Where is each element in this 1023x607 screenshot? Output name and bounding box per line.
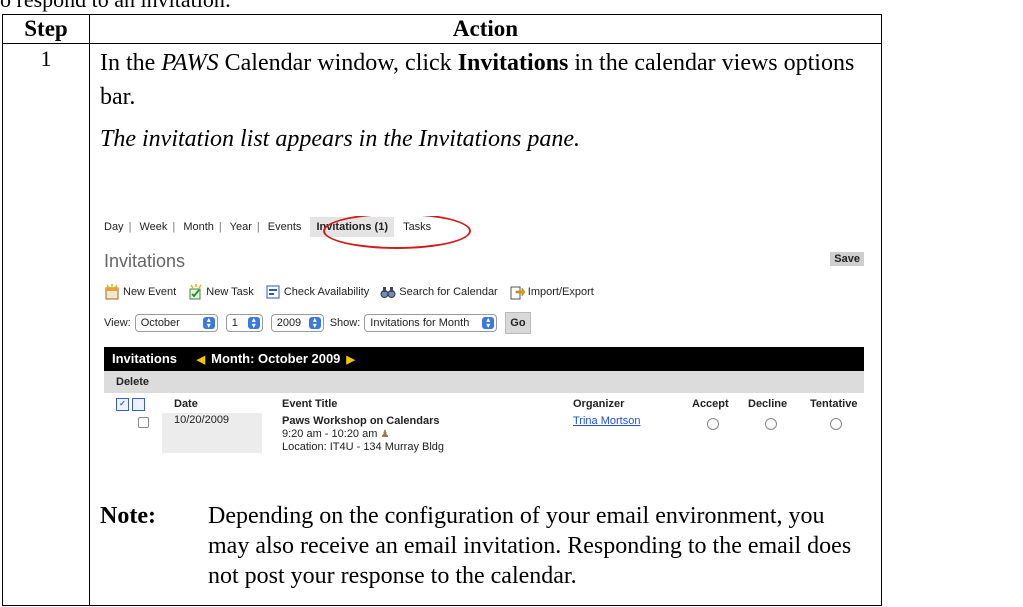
- decline-header: Decline: [748, 398, 788, 410]
- tentative-header: Tentative: [810, 398, 858, 410]
- select-arrows-icon: ▴ ▾: [247, 316, 260, 330]
- new-task-button[interactable]: New Task: [187, 282, 254, 302]
- view-day-link[interactable]: Day: [104, 221, 124, 233]
- procedure-table: Step Action 1 In the PAWS Calendar windo…: [2, 14, 882, 606]
- row-checkbox[interactable]: [138, 417, 149, 428]
- view-year-link[interactable]: Year: [230, 221, 252, 233]
- person-icon: ♟: [380, 429, 390, 440]
- table-row: 10/20/2009 Paws Workshop on Calendars 9:…: [104, 413, 864, 453]
- search-for-calendar-button[interactable]: Search for Calendar: [380, 282, 498, 302]
- previous-month-arrow-icon[interactable]: ◀: [197, 354, 205, 366]
- row-date: 10/20/2009: [174, 414, 230, 426]
- delete-bar: Delete: [104, 371, 864, 393]
- new-task-icon: [189, 284, 202, 300]
- decline-radio[interactable]: [765, 418, 777, 430]
- new-event-button[interactable]: New Event: [104, 282, 176, 302]
- organizer-link[interactable]: Trina Mortson: [573, 415, 640, 427]
- table-row: 1 In the PAWS Calendar window, click Inv…: [2, 43, 882, 606]
- event-time: 9:20 am - 10:20 am ♟: [282, 428, 390, 440]
- view-week-link[interactable]: Week: [139, 221, 167, 233]
- highlight-circle: [323, 216, 471, 249]
- year-select[interactable]: 2009 ▴ ▾: [270, 314, 324, 332]
- import-export-button[interactable]: Import/Export: [509, 282, 594, 302]
- view-filter-row: View: October ▴ ▾ 1 ▴ ▾ 2009 ▴ ▾ Show: Invitat…: [104, 312, 531, 334]
- step-column-header: Step: [2, 14, 90, 44]
- instruction-text: In the PAWS Calendar window, click Invit…: [100, 50, 855, 110]
- accept-header: Accept: [692, 398, 729, 410]
- next-month-arrow-icon[interactable]: ▶: [346, 354, 354, 366]
- invitations-header-bar: Invitations ◀ Month: October 2009 ▶: [104, 347, 864, 371]
- save-button[interactable]: Save: [830, 252, 864, 266]
- date-cell: 10/20/2009: [162, 413, 262, 453]
- bar-month: Month: October 2009: [211, 351, 341, 366]
- calendar-toolbar: New Event New Task Check Availability Se…: [104, 282, 602, 302]
- check-availability-button[interactable]: Check Availability: [265, 282, 369, 302]
- month-select[interactable]: October ▴ ▾: [134, 314, 218, 332]
- date-header[interactable]: Date: [174, 395, 198, 413]
- embedded-screenshot: Day | Week | Month | Year | Events Invitatio…: [104, 216, 864, 498]
- go-button[interactable]: Go: [505, 312, 531, 334]
- pane-header: Invitations Save: [104, 248, 864, 274]
- organizer-header[interactable]: Organizer: [573, 395, 624, 413]
- select-none-icon[interactable]: [132, 398, 145, 411]
- action-column-header: Action: [89, 14, 882, 44]
- view-month-link[interactable]: Month: [183, 221, 214, 233]
- table-header-row: Step Action: [2, 14, 882, 44]
- accept-radio[interactable]: [707, 418, 719, 430]
- event-details: Paws Workshop on Calendars 9:20 am - 10:…: [282, 415, 444, 454]
- delete-button[interactable]: Delete: [116, 376, 149, 388]
- event-location: Location: IT4U - 134 Murray Bldg: [282, 441, 445, 453]
- select-arrows-icon: ▴ ▾: [308, 316, 321, 330]
- view-label: View:: [104, 317, 131, 329]
- note-text: Depending on the configuration of your e…: [208, 503, 852, 589]
- import-export-icon: [510, 286, 525, 300]
- event-title[interactable]: Paws Workshop on Calendars: [282, 415, 444, 428]
- new-event-icon: [105, 284, 119, 300]
- binoculars-icon: [380, 287, 396, 298]
- action-cell: In the PAWS Calendar window, click Invit…: [89, 43, 882, 606]
- bar-title: Invitations: [112, 351, 178, 366]
- tentative-radio[interactable]: [830, 418, 842, 430]
- select-arrows-icon: ▴ ▾: [482, 316, 495, 330]
- note-label: Note:: [100, 503, 156, 529]
- step-number: 1: [2, 43, 90, 606]
- day-select[interactable]: 1 ▴ ▾: [225, 314, 263, 332]
- pane-title: Invitations: [104, 251, 186, 271]
- intro-text: o respond to an invitation:: [0, 0, 231, 12]
- select-arrows-icon: ▴ ▾: [202, 316, 215, 330]
- show-label: Show:: [329, 317, 361, 329]
- list-header: ✓ Date Event Title Organizer Accept Decl…: [104, 395, 864, 413]
- view-events-link[interactable]: Events: [268, 221, 302, 233]
- result-text: The invitation list appears in the Invit…: [100, 126, 580, 152]
- check-availability-icon: [266, 285, 280, 299]
- event-title-header[interactable]: Event Title: [282, 395, 337, 413]
- select-all-icon[interactable]: ✓: [116, 398, 129, 411]
- show-select[interactable]: Invitations for Month ▴ ▾: [364, 314, 498, 332]
